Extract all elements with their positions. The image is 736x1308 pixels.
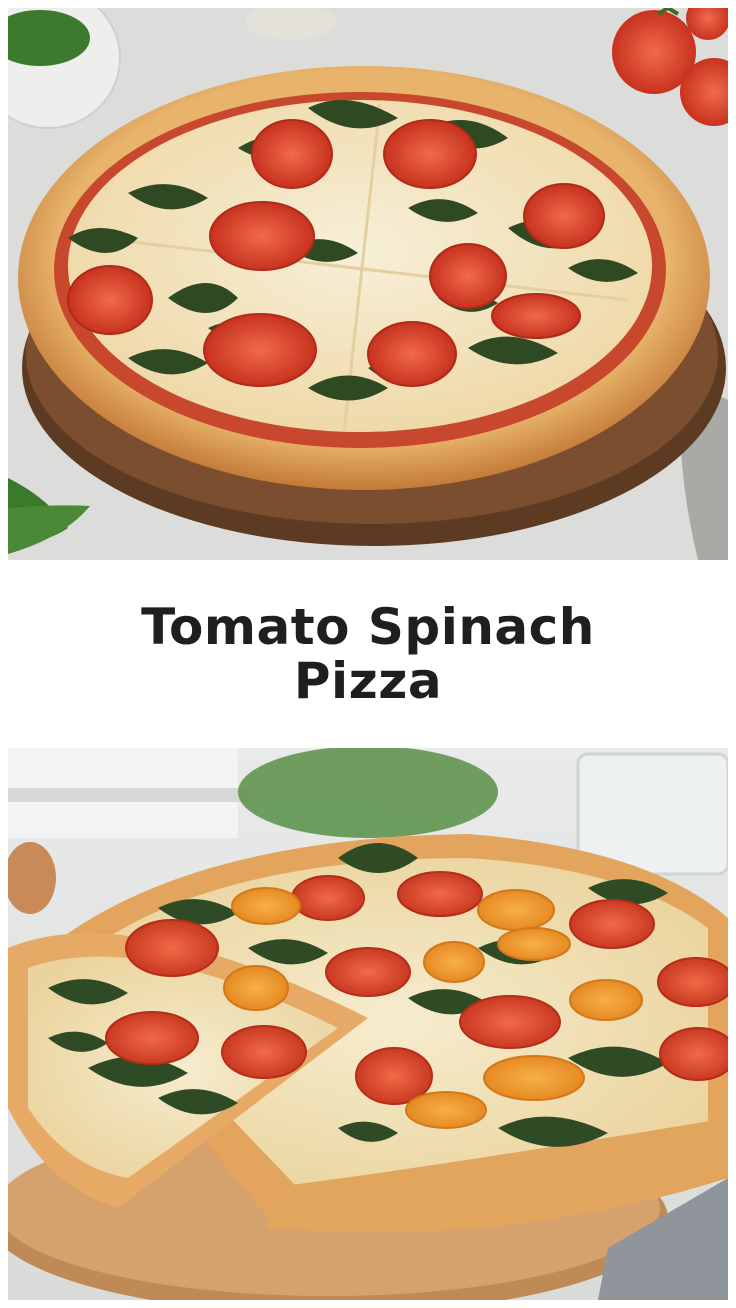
pizza-on-board-icon bbox=[8, 8, 728, 560]
page-title: Tomato Spinach Pizza bbox=[141, 598, 595, 710]
pizza-photo-top bbox=[8, 8, 728, 560]
pizza-slice-pulled-icon bbox=[8, 748, 728, 1300]
title-block: Tomato Spinach Pizza bbox=[0, 560, 736, 748]
pizza-photo-bottom bbox=[8, 748, 728, 1300]
